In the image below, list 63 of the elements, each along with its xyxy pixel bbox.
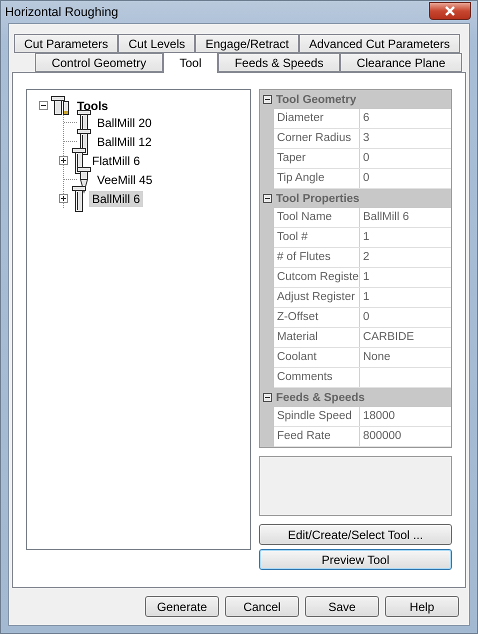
- property-value[interactable]: 6: [360, 109, 451, 128]
- tree-item[interactable]: BallMill 12: [94, 134, 155, 150]
- property-name: Spindle Speed: [274, 407, 360, 426]
- property-value[interactable]: 800000: [360, 427, 451, 446]
- property-name: Diameter: [274, 109, 360, 128]
- property-value[interactable]: None: [360, 348, 451, 367]
- tab[interactable]: Cut Parameters: [14, 34, 118, 53]
- property-value[interactable]: CARBIDE: [360, 328, 451, 347]
- property-name: Coolant: [274, 348, 360, 367]
- category-label: Tool Properties: [276, 192, 360, 204]
- collapse-icon[interactable]: [262, 393, 272, 402]
- property-name: Corner Radius: [274, 129, 360, 148]
- tree-item[interactable]: FlatMill 6: [89, 152, 144, 168]
- tab[interactable]: Engage/Retract: [195, 34, 299, 53]
- property-value[interactable]: 1: [360, 268, 451, 287]
- category-label: Tool Geometry: [276, 94, 356, 106]
- property-value[interactable]: 18000: [360, 407, 451, 426]
- property-name: Tool Name: [274, 208, 360, 227]
- tab[interactable]: Tool: [162, 52, 218, 73]
- tool-holder-icon: [51, 96, 71, 116]
- dialog-button[interactable]: Generate: [145, 596, 219, 617]
- category-label: Feeds & Speeds: [276, 392, 365, 404]
- property-value[interactable]: 0: [360, 308, 451, 327]
- tree-item[interactable]: VeeMill 45: [94, 172, 156, 188]
- property-name: Tool #: [274, 228, 360, 247]
- collapse-icon[interactable]: [262, 194, 272, 203]
- property-name: Comments: [274, 368, 360, 387]
- property-value[interactable]: 3: [360, 129, 451, 148]
- close-icon: [444, 6, 456, 16]
- tab[interactable]: Advanced Cut Parameters: [298, 34, 460, 53]
- expand-icon[interactable]: [59, 194, 68, 203]
- tab[interactable]: Feeds & Speeds: [218, 53, 340, 72]
- property-name: Tip Angle: [274, 169, 360, 188]
- tool-button[interactable]: Edit/Create/Select Tool ...: [258, 524, 452, 545]
- property-value[interactable]: 0: [360, 149, 451, 168]
- property-name: Z-Offset: [274, 308, 360, 327]
- window-title: Horizontal Roughing: [5, 5, 118, 19]
- property-name: Material: [274, 328, 360, 347]
- tree-root-label[interactable]: Tools: [74, 98, 112, 114]
- mill-tool-icon: [72, 184, 86, 212]
- property-value[interactable]: 2: [360, 248, 451, 267]
- property-name: Feed Rate: [274, 427, 360, 446]
- tree-item[interactable]: BallMill 6: [89, 190, 144, 206]
- collapse-icon[interactable]: [262, 95, 272, 104]
- tab[interactable]: Control Geometry: [35, 53, 163, 72]
- tab[interactable]: Cut Levels: [118, 34, 196, 53]
- property-name: # of Flutes: [274, 248, 360, 267]
- property-value[interactable]: BallMill 6: [360, 208, 451, 227]
- tool-button[interactable]: Preview Tool: [258, 549, 452, 570]
- tree-item[interactable]: BallMill 20: [94, 114, 155, 130]
- property-name: Taper: [274, 149, 360, 168]
- property-value[interactable]: 1: [360, 228, 451, 247]
- property-name: Cutcom Registe: [274, 268, 360, 287]
- collapse-icon[interactable]: [39, 101, 48, 110]
- expand-icon[interactable]: [59, 156, 68, 165]
- property-value[interactable]: 1: [360, 288, 451, 307]
- close-button[interactable]: [429, 2, 471, 20]
- property-name: Adjust Register: [274, 288, 360, 307]
- dialog-button[interactable]: Cancel: [225, 596, 299, 617]
- dialog-button[interactable]: Save: [305, 596, 379, 617]
- tab[interactable]: Clearance Plane: [340, 53, 462, 72]
- dialog-button[interactable]: Help: [385, 596, 459, 617]
- property-value[interactable]: 0: [360, 169, 451, 188]
